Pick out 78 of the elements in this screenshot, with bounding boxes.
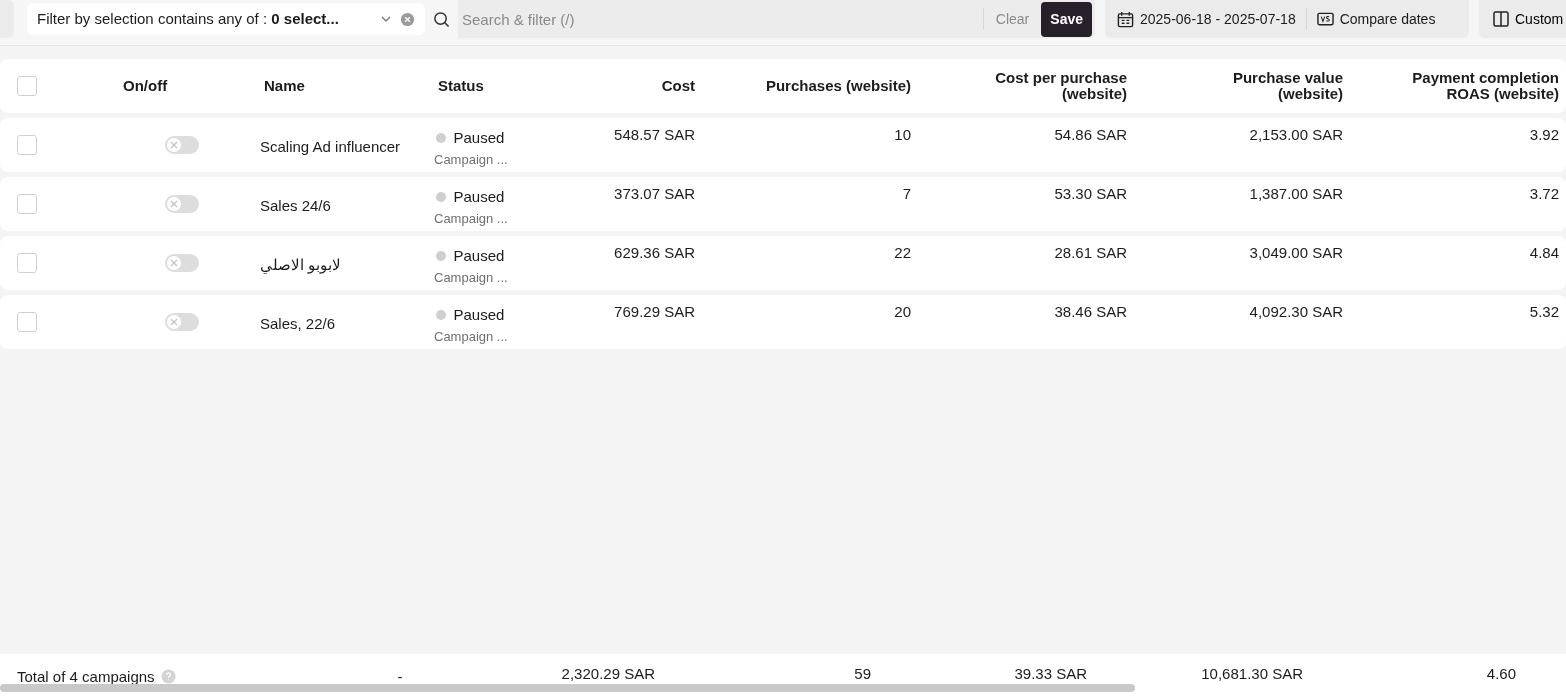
x-icon <box>170 259 178 267</box>
table-cell-text: 38.46 SAR <box>1053 304 1128 320</box>
table-cell-text: 39.33 SAR <box>1013 666 1088 684</box>
table-cell-text: 7 <box>901 186 912 202</box>
status-text: Paused <box>453 305 505 325</box>
table-cell-text: 4.60 <box>1485 666 1517 684</box>
table-cell-text: 54.86 SAR <box>1053 127 1128 143</box>
column-header: Cost per purchase (website) <box>994 70 1128 102</box>
table-cell-text: 548.57 SAR <box>613 127 696 143</box>
table-cell-text: 1,387.00 SAR <box>1248 186 1344 202</box>
toggle-switch[interactable] <box>165 254 199 272</box>
table-cell-text: 28.61 SAR <box>1053 245 1128 261</box>
checkbox[interactable] <box>17 253 37 273</box>
status-text: Paused <box>453 187 505 207</box>
checkbox[interactable] <box>17 194 37 214</box>
status-dot <box>436 251 446 262</box>
table-cell-text: 22 <box>893 245 912 261</box>
table-cell-text: 2,153.00 SAR <box>1248 127 1344 143</box>
status-dot <box>436 192 446 203</box>
table-cell-text: 4.84 <box>1528 245 1560 261</box>
table-cell-text: 373.07 SAR <box>613 186 696 202</box>
campaign-name[interactable]: لابوبو الاصلي <box>250 254 430 277</box>
toggle-switch[interactable] <box>165 136 199 154</box>
save-button[interactable]: Save <box>1041 1 1092 37</box>
campaign-name[interactable]: Sales 24/6 <box>250 195 430 218</box>
table-cell-text: 3.92 <box>1528 127 1560 143</box>
toggle-switch[interactable] <box>165 195 199 213</box>
checkbox[interactable] <box>17 312 37 332</box>
table-cell-text: 5.32 <box>1528 304 1560 320</box>
column-header: Purchase value (website) <box>1231 70 1344 102</box>
campaign-name[interactable]: Scaling Ad influencer <box>250 136 430 159</box>
table-cell-text: 20 <box>893 304 912 320</box>
table-cell-text: - <box>396 667 404 687</box>
vs-icon <box>1316 12 1334 26</box>
column-header: Status <box>437 75 485 96</box>
filter-chip[interactable]: Filter by selection contains any of : 0 select... <box>27 3 425 35</box>
columns-icon <box>1493 11 1509 27</box>
status-detail: Campaign ... <box>434 150 509 169</box>
table-cell-text: 53.30 SAR <box>1053 186 1128 202</box>
table-cell-text: 10,681.30 SAR <box>1200 666 1304 684</box>
column-header: Cost <box>660 78 696 94</box>
column-header: On/off <box>122 75 169 96</box>
scrollbar[interactable] <box>0 684 1135 692</box>
filter-label: Filter by selection contains any of : 0 select... <box>37 8 339 29</box>
status-dot <box>436 133 446 144</box>
date-range-button[interactable]: 2025-06-18 - 2025-07-18 <box>1117 8 1306 30</box>
table-cell-text: 4,092.30 SAR <box>1248 304 1344 320</box>
table-cell-text: 3,049.00 SAR <box>1248 245 1344 261</box>
column-header: Name <box>263 75 306 96</box>
status-text: Paused <box>453 128 505 148</box>
help-icon[interactable] <box>160 669 176 684</box>
toggle-switch[interactable] <box>165 313 199 331</box>
calendar-icon <box>1117 10 1134 28</box>
clear-icon[interactable] <box>400 11 415 27</box>
status-text: Paused <box>453 246 505 266</box>
x-icon <box>170 318 178 326</box>
totals-label: Total of 4 campaigns <box>17 668 155 685</box>
status-detail: Campaign ... <box>434 268 509 287</box>
status-detail: Campaign ... <box>434 327 509 346</box>
status-dot <box>436 310 446 321</box>
table-cell-text: 769.29 SAR <box>613 304 696 320</box>
column-header: Purchases (website) <box>764 78 912 94</box>
table-cell-text: 59 <box>853 666 872 684</box>
table-cell-text: 3.72 <box>1528 186 1560 202</box>
table-cell-text: 2,320.29 SAR <box>560 666 656 684</box>
status-detail: Campaign ... <box>434 209 509 228</box>
checkbox[interactable] <box>17 76 37 96</box>
search-field[interactable]: Search & filter (/) <box>458 0 980 38</box>
campaign-name[interactable]: Sales, 22/6 <box>250 313 430 336</box>
checkbox[interactable] <box>17 135 37 155</box>
column-header: Payment completion ROAS (website) <box>1411 70 1560 102</box>
x-icon <box>170 141 178 149</box>
compare-dates-button[interactable]: Compare dates <box>1306 8 1446 30</box>
search-icon <box>433 10 450 28</box>
columns-button[interactable]: Custom <box>1479 0 1566 38</box>
table-cell-text: 10 <box>893 127 912 143</box>
table-cell-text: 629.36 SAR <box>613 245 696 261</box>
x-icon <box>170 200 178 208</box>
